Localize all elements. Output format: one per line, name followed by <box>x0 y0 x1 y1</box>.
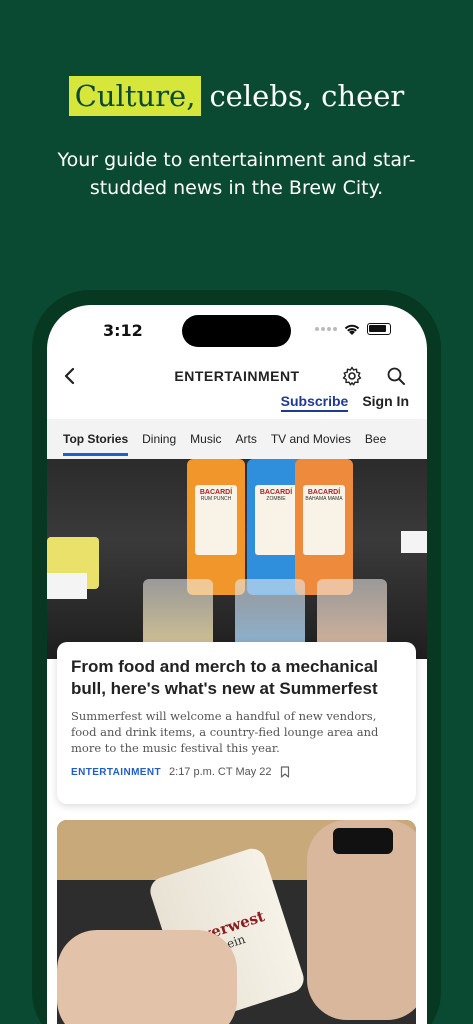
wristwatch <box>333 828 393 854</box>
battery-icon <box>367 323 391 335</box>
tab-tv-and-movies[interactable]: TV and Movies <box>271 422 351 456</box>
search-icon <box>387 367 405 385</box>
table-tent-card <box>401 531 427 553</box>
tab-music[interactable]: Music <box>190 422 221 456</box>
bottle-flavor: ZOMBIE <box>266 496 286 502</box>
section-tabs: Top Stories Dining Music Arts TV and Mov… <box>47 419 427 459</box>
hand <box>57 930 237 1024</box>
hero-highlight: Culture, <box>68 76 202 117</box>
article-timestamp: 2:17 p.m. CT May 22 <box>169 766 272 778</box>
gear-icon <box>342 366 362 386</box>
phone-screen: 3:12 ENTERTAINMENT Subscribe Sign In Top… <box>47 305 427 1024</box>
page-title: ENTERTAINMENT <box>174 368 300 384</box>
status-time: 3:12 <box>103 321 143 340</box>
signin-link[interactable]: Sign In <box>362 393 409 412</box>
tab-dining[interactable]: Dining <box>142 422 176 456</box>
settings-button[interactable] <box>337 361 367 391</box>
article-meta: ENTERTAINMENT 2:17 p.m. CT May 22 <box>71 766 402 778</box>
bottle-brand: BACARDÍ <box>259 489 293 496</box>
bottle-flavor: RUM PUNCH <box>200 496 232 502</box>
bottle-bahama-mama: BACARDÍ BAHAMA MAMA <box>295 459 353 595</box>
status-icons <box>315 322 391 336</box>
account-row: Subscribe Sign In <box>280 393 409 412</box>
signal-icon <box>315 327 337 331</box>
hero-headline: Culture, celebs, cheer <box>0 76 473 117</box>
bookmark-icon[interactable] <box>280 766 290 778</box>
bottle-brand: BACARDÍ <box>307 489 341 496</box>
bottle-rum-punch: BACARDÍ RUM PUNCH <box>187 459 245 595</box>
article-card[interactable]: From food and merch to a mechanical bull… <box>57 642 416 804</box>
bottle-flavor: BAHAMA MAMA <box>305 496 343 502</box>
article-2-image[interactable]: Riverwest Stein <box>57 820 416 1024</box>
subscribe-link[interactable]: Subscribe <box>280 393 349 412</box>
tab-arts[interactable]: Arts <box>236 422 257 456</box>
hero-headline-rest: celebs, cheer <box>209 79 405 113</box>
search-button[interactable] <box>381 361 411 391</box>
article-summary: Summerfest will welcome a handful of new… <box>71 709 379 755</box>
article-title[interactable]: From food and merch to a mechanical bull… <box>71 656 402 700</box>
tab-top-stories[interactable]: Top Stories <box>63 422 129 456</box>
bottle-brand: BACARDÍ <box>199 489 233 496</box>
article-category[interactable]: ENTERTAINMENT <box>71 767 161 778</box>
dynamic-island <box>182 315 291 347</box>
tab-beer[interactable]: Bee <box>365 422 386 456</box>
status-bar: 3:12 <box>47 305 427 355</box>
table-tent-card <box>47 573 87 599</box>
hero-subtitle: Your guide to entertainment and star-stu… <box>57 149 416 199</box>
article-1-image[interactable]: BACARDÍ RUM PUNCH BACARDÍ ZOMBIE BACARDÍ… <box>47 459 427 659</box>
wifi-icon <box>344 324 360 335</box>
